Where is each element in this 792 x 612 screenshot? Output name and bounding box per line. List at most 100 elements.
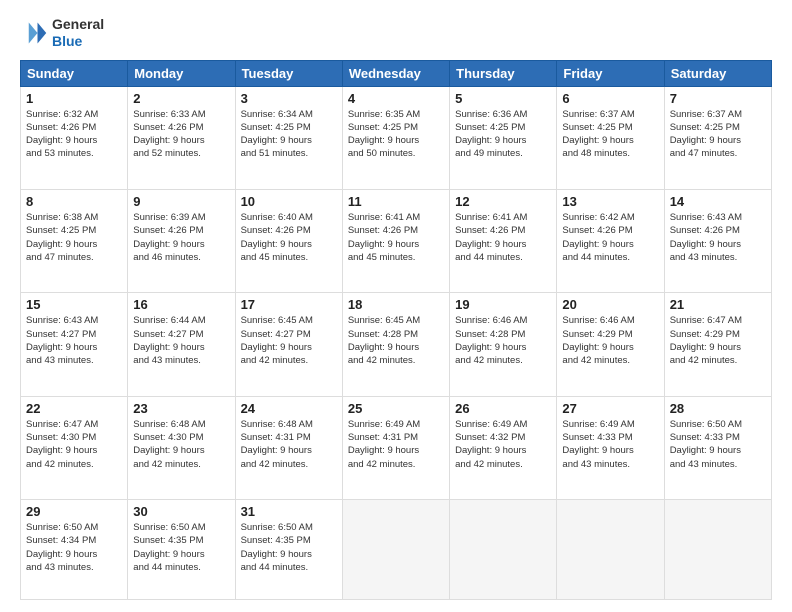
cell-info-line: Daylight: 9 hours: [670, 238, 766, 251]
cell-info-line: Sunrise: 6:42 AM: [562, 211, 658, 224]
cell-info-line: Daylight: 9 hours: [26, 444, 122, 457]
cell-info-line: and 42 minutes.: [348, 458, 444, 471]
header: General Blue: [20, 16, 772, 50]
cell-info-line: Sunset: 4:25 PM: [348, 121, 444, 134]
day-cell-29: 29Sunrise: 6:50 AMSunset: 4:34 PMDayligh…: [21, 500, 128, 600]
cell-info-line: Sunrise: 6:45 AM: [348, 314, 444, 327]
cell-info-line: and 50 minutes.: [348, 147, 444, 160]
col-header-tuesday: Tuesday: [235, 60, 342, 86]
cell-info-line: and 42 minutes.: [241, 458, 337, 471]
day-cell-empty: [450, 500, 557, 600]
cell-info-line: Sunrise: 6:43 AM: [26, 314, 122, 327]
cell-info-line: Sunrise: 6:35 AM: [348, 108, 444, 121]
cell-info-line: Daylight: 9 hours: [26, 548, 122, 561]
cell-info-line: Sunrise: 6:32 AM: [26, 108, 122, 121]
cell-info-line: Sunset: 4:25 PM: [455, 121, 551, 134]
cell-info-line: and 44 minutes.: [455, 251, 551, 264]
cell-info-line: Sunset: 4:26 PM: [133, 224, 229, 237]
cell-info-line: Sunrise: 6:48 AM: [133, 418, 229, 431]
day-cell-10: 10Sunrise: 6:40 AMSunset: 4:26 PMDayligh…: [235, 189, 342, 292]
day-number: 24: [241, 401, 337, 416]
day-cell-3: 3Sunrise: 6:34 AMSunset: 4:25 PMDaylight…: [235, 86, 342, 189]
day-number: 12: [455, 194, 551, 209]
day-number: 22: [26, 401, 122, 416]
cell-info-line: Sunset: 4:28 PM: [348, 328, 444, 341]
day-number: 16: [133, 297, 229, 312]
day-cell-27: 27Sunrise: 6:49 AMSunset: 4:33 PMDayligh…: [557, 396, 664, 499]
day-cell-17: 17Sunrise: 6:45 AMSunset: 4:27 PMDayligh…: [235, 293, 342, 396]
cell-info-line: and 43 minutes.: [670, 458, 766, 471]
day-cell-7: 7Sunrise: 6:37 AMSunset: 4:25 PMDaylight…: [664, 86, 771, 189]
day-number: 31: [241, 504, 337, 519]
cell-info-line: Sunset: 4:35 PM: [133, 534, 229, 547]
day-number: 30: [133, 504, 229, 519]
day-number: 11: [348, 194, 444, 209]
cell-info-line: Sunrise: 6:50 AM: [241, 521, 337, 534]
day-cell-2: 2Sunrise: 6:33 AMSunset: 4:26 PMDaylight…: [128, 86, 235, 189]
cell-info-line: Sunrise: 6:47 AM: [670, 314, 766, 327]
day-number: 15: [26, 297, 122, 312]
cell-info-line: Daylight: 9 hours: [562, 134, 658, 147]
cell-info-line: Daylight: 9 hours: [348, 134, 444, 147]
cell-info-line: Daylight: 9 hours: [133, 341, 229, 354]
cell-info-line: Sunrise: 6:49 AM: [562, 418, 658, 431]
cell-info-line: Daylight: 9 hours: [562, 238, 658, 251]
cell-info-line: Sunrise: 6:36 AM: [455, 108, 551, 121]
cell-info-line: and 42 minutes.: [562, 354, 658, 367]
cell-info-line: Daylight: 9 hours: [133, 238, 229, 251]
cell-info-line: and 43 minutes.: [26, 561, 122, 574]
day-number: 14: [670, 194, 766, 209]
cell-info-line: Sunset: 4:33 PM: [562, 431, 658, 444]
cell-info-line: and 53 minutes.: [26, 147, 122, 160]
day-cell-30: 30Sunrise: 6:50 AMSunset: 4:35 PMDayligh…: [128, 500, 235, 600]
cell-info-line: Sunrise: 6:47 AM: [26, 418, 122, 431]
day-number: 21: [670, 297, 766, 312]
day-cell-25: 25Sunrise: 6:49 AMSunset: 4:31 PMDayligh…: [342, 396, 449, 499]
day-number: 3: [241, 91, 337, 106]
logo-icon: [20, 19, 48, 47]
day-number: 1: [26, 91, 122, 106]
cell-info-line: Sunrise: 6:37 AM: [670, 108, 766, 121]
cell-info-line: Sunset: 4:32 PM: [455, 431, 551, 444]
day-cell-20: 20Sunrise: 6:46 AMSunset: 4:29 PMDayligh…: [557, 293, 664, 396]
cell-info-line: Daylight: 9 hours: [670, 134, 766, 147]
cell-info-line: and 43 minutes.: [133, 354, 229, 367]
cell-info-line: and 42 minutes.: [455, 458, 551, 471]
day-number: 26: [455, 401, 551, 416]
cell-info-line: and 46 minutes.: [133, 251, 229, 264]
cell-info-line: Daylight: 9 hours: [26, 238, 122, 251]
day-cell-empty: [342, 500, 449, 600]
day-cell-1: 1Sunrise: 6:32 AMSunset: 4:26 PMDaylight…: [21, 86, 128, 189]
cell-info-line: Daylight: 9 hours: [348, 238, 444, 251]
day-number: 9: [133, 194, 229, 209]
cell-info-line: Sunset: 4:26 PM: [670, 224, 766, 237]
day-cell-11: 11Sunrise: 6:41 AMSunset: 4:26 PMDayligh…: [342, 189, 449, 292]
cell-info-line: and 42 minutes.: [241, 354, 337, 367]
day-number: 19: [455, 297, 551, 312]
cell-info-line: and 42 minutes.: [670, 354, 766, 367]
cell-info-line: Sunset: 4:31 PM: [348, 431, 444, 444]
logo-text: General Blue: [52, 16, 104, 50]
cell-info-line: and 44 minutes.: [562, 251, 658, 264]
cell-info-line: Sunrise: 6:37 AM: [562, 108, 658, 121]
cell-info-line: Sunrise: 6:48 AM: [241, 418, 337, 431]
day-cell-empty: [557, 500, 664, 600]
cell-info-line: Sunset: 4:25 PM: [562, 121, 658, 134]
cell-info-line: Sunset: 4:29 PM: [562, 328, 658, 341]
page: General Blue SundayMondayTuesdayWednesda…: [0, 0, 792, 612]
cell-info-line: Sunrise: 6:33 AM: [133, 108, 229, 121]
cell-info-line: and 42 minutes.: [348, 354, 444, 367]
cell-info-line: Sunset: 4:25 PM: [241, 121, 337, 134]
col-header-sunday: Sunday: [21, 60, 128, 86]
cell-info-line: Sunrise: 6:41 AM: [348, 211, 444, 224]
cell-info-line: Sunrise: 6:34 AM: [241, 108, 337, 121]
cell-info-line: and 48 minutes.: [562, 147, 658, 160]
day-cell-empty: [664, 500, 771, 600]
day-number: 5: [455, 91, 551, 106]
cell-info-line: Daylight: 9 hours: [26, 134, 122, 147]
day-cell-21: 21Sunrise: 6:47 AMSunset: 4:29 PMDayligh…: [664, 293, 771, 396]
day-number: 10: [241, 194, 337, 209]
cell-info-line: Daylight: 9 hours: [26, 341, 122, 354]
cell-info-line: Sunrise: 6:46 AM: [562, 314, 658, 327]
week-row-1: 1Sunrise: 6:32 AMSunset: 4:26 PMDaylight…: [21, 86, 772, 189]
